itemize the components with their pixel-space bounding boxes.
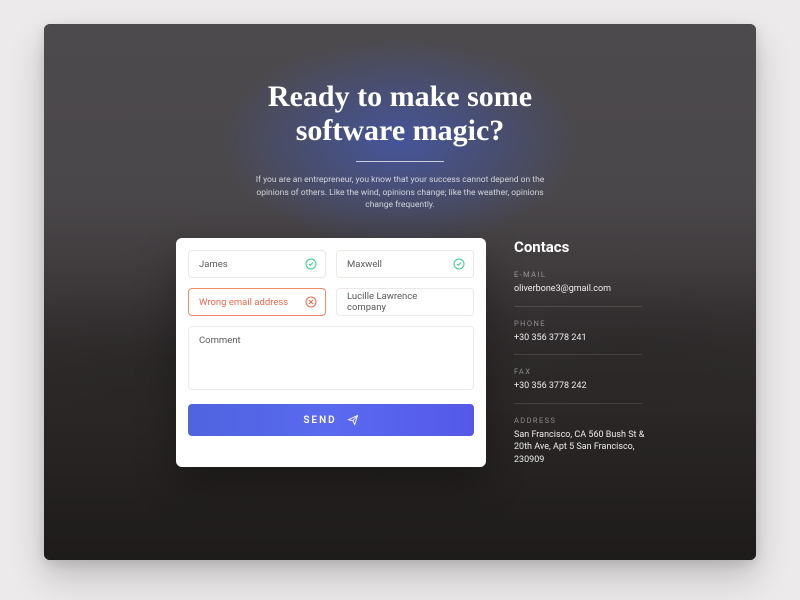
divider <box>514 354 642 355</box>
contacts-heading: Contacs <box>514 238 664 256</box>
divider <box>514 306 642 307</box>
first-name-value: James <box>199 259 228 270</box>
send-button[interactable]: SEND <box>188 404 474 436</box>
subtitle: If you are an entrepreneur, you know tha… <box>250 174 550 211</box>
paper-plane-icon <box>347 414 359 426</box>
hero: Ready to make some software magic? If yo… <box>44 80 756 211</box>
contacts-sidebar: Contacs E-MAIL oliverbone3@gmail.com PHO… <box>514 238 664 467</box>
email-value: oliverbone3@gmail.com <box>514 283 664 296</box>
comment-field[interactable]: Comment <box>188 326 474 390</box>
page-title: Ready to make some software magic? <box>44 80 756 147</box>
email-value: Wrong email address <box>199 297 288 308</box>
last-name-field[interactable]: Maxwell <box>336 250 474 278</box>
error-circle-icon <box>305 296 317 308</box>
fax-label: FAX <box>514 367 664 376</box>
company-value: Lucille Lawrence company <box>347 291 445 313</box>
check-circle-icon <box>305 258 317 270</box>
phone-value: +30 356 3778 241 <box>514 332 664 345</box>
title-line-2: software magic? <box>296 114 505 147</box>
first-name-field[interactable]: James <box>188 250 326 278</box>
fax-value: +30 356 3778 242 <box>514 380 664 393</box>
company-field[interactable]: Lucille Lawrence company <box>336 288 474 316</box>
address-label: ADDRESS <box>514 416 664 425</box>
contact-form-card: James Maxwell Wrong email address <box>176 238 486 467</box>
title-line-1: Ready to make some <box>268 80 532 113</box>
email-label: E-MAIL <box>514 270 664 279</box>
address-value: San Francisco, CA 560 Bush St & 20th Ave… <box>514 429 664 467</box>
check-circle-icon <box>453 258 465 270</box>
comment-placeholder: Comment <box>199 335 241 346</box>
window-frame: Ready to make some software magic? If yo… <box>44 24 756 560</box>
phone-label: PHONE <box>514 319 664 328</box>
last-name-value: Maxwell <box>347 259 382 270</box>
send-button-label: SEND <box>303 415 336 426</box>
content-row: James Maxwell Wrong email address <box>44 238 756 467</box>
email-field[interactable]: Wrong email address <box>188 288 326 316</box>
title-divider <box>356 161 444 162</box>
divider <box>514 403 642 404</box>
